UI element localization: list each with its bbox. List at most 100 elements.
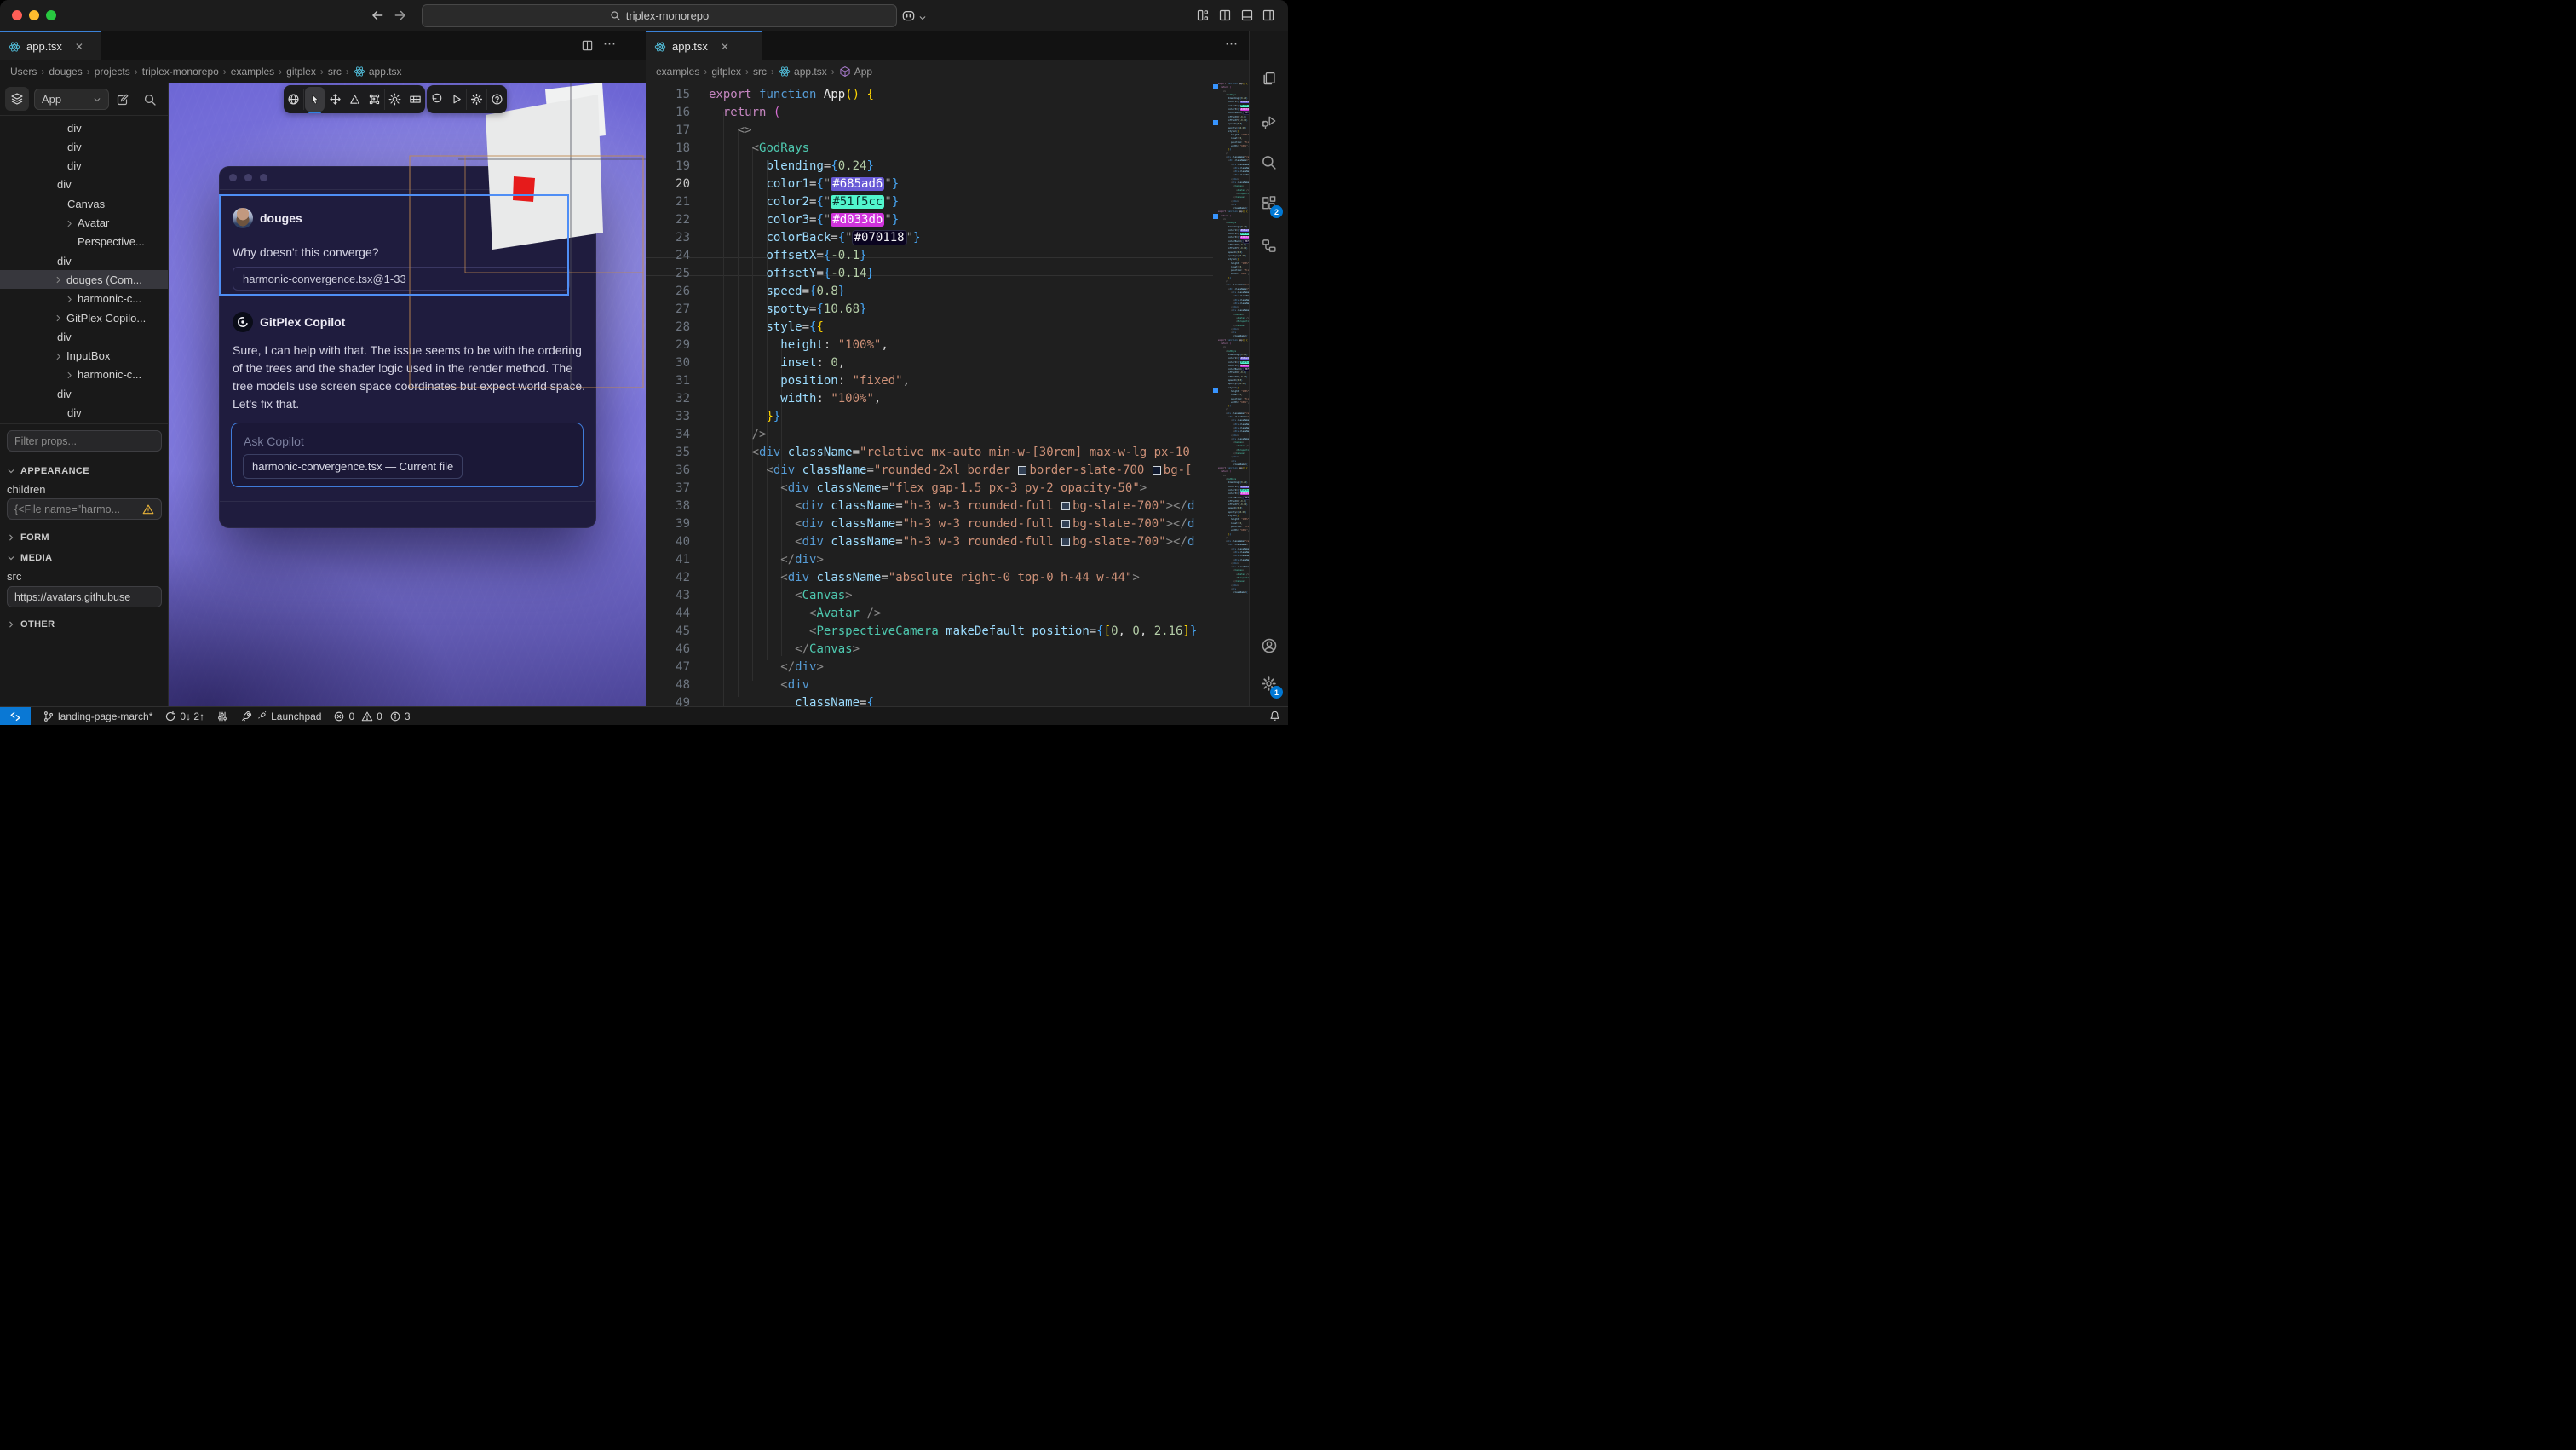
tree-item-div[interactable]: div <box>0 404 168 423</box>
tree-item-douges-com[interactable]: douges (Com... <box>0 270 168 289</box>
more-actions-icon[interactable]: ⋯ <box>603 36 616 51</box>
close-window-button[interactable] <box>12 10 22 20</box>
edit-scene-icon[interactable] <box>116 93 129 111</box>
chevron-right-icon[interactable] <box>65 218 74 231</box>
customize-layout-icon[interactable] <box>1196 9 1210 26</box>
maximize-window-button[interactable] <box>46 10 56 20</box>
breadcrumb-item[interactable]: douges <box>49 66 82 78</box>
tree-item-div[interactable]: div <box>0 118 168 137</box>
section-appearance[interactable]: APPEARANCE <box>7 463 89 479</box>
tree-item-div[interactable]: div <box>0 175 168 194</box>
tree-item-canvas[interactable]: Canvas <box>0 194 168 213</box>
move-tool-icon[interactable] <box>325 85 345 113</box>
tree-item-avatar[interactable]: Avatar <box>0 214 168 233</box>
hierarchy-activity-icon[interactable] <box>1250 228 1288 262</box>
sync-item[interactable]: 0↓ 2↑ <box>164 711 204 722</box>
undo-tool-icon[interactable] <box>427 85 446 113</box>
chevron-right-icon[interactable] <box>65 294 74 307</box>
chevron-right-icon[interactable] <box>54 313 63 325</box>
attachment-chip[interactable]: harmonic-convergence.tsx@1-33 <box>233 267 570 291</box>
extensions-activity-icon[interactable]: 2 <box>1250 186 1288 220</box>
tree-item-perspective[interactable]: Perspective... <box>0 233 168 251</box>
section-media[interactable]: MEDIA <box>7 550 52 566</box>
tree-item-div[interactable]: div <box>0 327 168 346</box>
debug-activity-icon[interactable] <box>1250 104 1288 138</box>
chevron-right-icon[interactable] <box>54 351 63 364</box>
breadcrumb-item[interactable]: App <box>839 66 872 78</box>
launchpad-item[interactable]: Launchpad <box>240 710 321 722</box>
minimize-window-button[interactable] <box>29 10 39 20</box>
tree-item-div[interactable]: div <box>0 251 168 270</box>
play-tool-icon[interactable] <box>446 85 466 113</box>
minimap[interactable]: export function App() { return ( <> <God… <box>1218 83 1249 706</box>
scene-select[interactable]: App <box>34 89 109 110</box>
tab-app-tsx-left[interactable]: app.tsx ✕ <box>0 31 101 60</box>
gear-activity-icon[interactable]: 1 <box>1250 666 1288 700</box>
section-form[interactable]: FORM <box>7 530 49 545</box>
tree-item-inputbox[interactable]: InputBox <box>0 347 168 365</box>
more-actions-icon[interactable]: ⋯ <box>1225 36 1238 51</box>
children-input[interactable]: {<File name="harmo... <box>7 498 162 520</box>
delta-tool-icon[interactable] <box>345 85 365 113</box>
breadcrumb-item[interactable]: examples <box>656 66 699 78</box>
breadcrumb-item[interactable]: Users <box>10 66 37 78</box>
back-icon[interactable] <box>370 8 385 23</box>
grid-tool-icon[interactable] <box>405 85 425 113</box>
globe-tool-icon[interactable] <box>284 85 303 113</box>
toggle-panel-icon[interactable] <box>1240 9 1254 26</box>
scene-viewport[interactable]: douges Why doesn't this converge? harmon… <box>169 83 646 706</box>
line-number: 20 <box>646 175 690 193</box>
bell-icon[interactable] <box>1268 709 1281 724</box>
gear-tool-icon[interactable] <box>467 85 486 113</box>
sun-tool-icon[interactable] <box>385 85 405 113</box>
problems-item[interactable]: 0 0 3 <box>333 711 410 722</box>
breadcrumb-item[interactable]: app.tsx <box>779 66 827 78</box>
src-input[interactable]: https://avatars.githubuse <box>7 586 162 607</box>
tune-item[interactable] <box>216 711 228 722</box>
breadcrumb-separator: › <box>745 66 749 78</box>
remote-indicator-button[interactable] <box>0 707 31 725</box>
line-number: 18 <box>646 140 690 158</box>
tree-item-harmonic-c[interactable]: harmonic-c... <box>0 290 168 308</box>
tree-item-div[interactable]: div <box>0 137 168 156</box>
code-editor[interactable]: 15export function App() {16 return (17 <… <box>646 83 1213 706</box>
breadcrumb-item[interactable]: gitplex <box>286 66 316 78</box>
account-activity-icon[interactable] <box>1250 629 1288 663</box>
breadcrumb-item[interactable]: examples <box>231 66 274 78</box>
close-tab-icon[interactable]: ✕ <box>721 41 729 53</box>
line-number: 17 <box>646 122 690 140</box>
search-side-activity-icon[interactable] <box>1250 145 1288 179</box>
layers-button[interactable] <box>5 87 29 111</box>
breadcrumb-item[interactable]: gitplex <box>711 66 741 78</box>
tree-item-gitplex-copilo[interactable]: GitPlex Copilo... <box>0 308 168 327</box>
transform-tool-icon[interactable] <box>365 85 384 113</box>
toggle-sidebar-icon[interactable] <box>1262 9 1275 26</box>
tab-app-tsx-right[interactable]: app.tsx ✕ <box>646 31 762 60</box>
breadcrumb-item[interactable]: triplex-monorepo <box>142 66 219 78</box>
command-center-search[interactable]: triplex-monorepo <box>422 4 897 27</box>
split-editor-action-icon[interactable] <box>581 39 594 56</box>
search-elements-icon[interactable] <box>143 93 157 111</box>
section-other[interactable]: OTHER <box>7 617 55 632</box>
cursor-tool-icon[interactable] <box>305 87 325 112</box>
breadcrumb-item[interactable]: src <box>328 66 342 78</box>
tree-item-harmonic-c[interactable]: harmonic-c... <box>0 365 168 384</box>
breadcrumb-item[interactable]: projects <box>95 66 130 78</box>
tree-item-div[interactable]: div <box>0 384 168 403</box>
close-tab-icon[interactable]: ✕ <box>75 41 83 53</box>
help-tool-icon[interactable] <box>487 85 507 113</box>
forward-icon[interactable] <box>393 8 408 23</box>
files-activity-icon[interactable] <box>1250 61 1288 95</box>
branch-item[interactable]: landing-page-march* <box>43 711 152 722</box>
split-editor-icon[interactable] <box>1218 9 1232 26</box>
chevron-right-icon[interactable] <box>65 370 74 383</box>
tree-item-div[interactable]: div <box>0 157 168 175</box>
breadcrumb-item[interactable]: app.tsx <box>354 66 402 78</box>
current-file-chip[interactable]: harmonic-convergence.tsx — Current file <box>243 454 463 479</box>
ask-copilot-input[interactable]: Ask Copilot harmonic-convergence.tsx — C… <box>231 423 584 487</box>
filter-props-input[interactable]: Filter props... <box>7 430 162 452</box>
copilot-icon[interactable] <box>901 9 916 27</box>
chevron-down-icon[interactable] <box>918 11 927 26</box>
chevron-right-icon[interactable] <box>54 274 63 287</box>
breadcrumb-item[interactable]: src <box>753 66 767 78</box>
